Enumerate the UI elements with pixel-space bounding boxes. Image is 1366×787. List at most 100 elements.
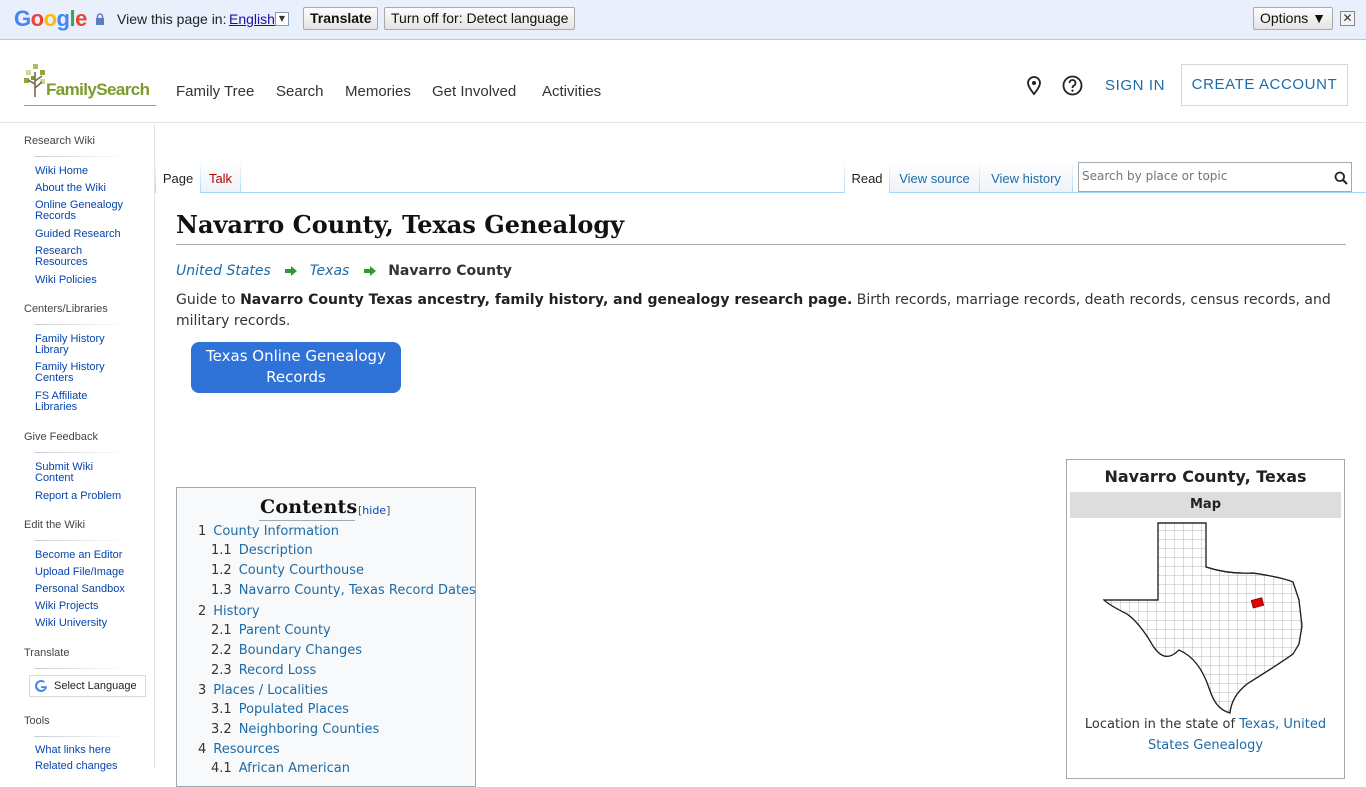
sidebar-item-guided-research[interactable]: Guided Research xyxy=(35,229,145,240)
toc-item[interactable]: 2.2 Boundary Changes xyxy=(211,643,362,658)
toc-title: Contents xyxy=(260,496,358,518)
infobox-title: Navarro County, Texas xyxy=(1104,467,1307,486)
caption-prefix: Location in the state of xyxy=(1084,717,1240,732)
infobox-map-header: Map xyxy=(1070,492,1341,518)
create-account-button[interactable]: CREATE ACCOUNT xyxy=(1181,64,1348,106)
search-icon[interactable] xyxy=(1334,171,1348,185)
toc-item[interactable]: 3 Places / Localities xyxy=(198,683,328,698)
toc-number: 2.1 xyxy=(211,623,232,638)
sidebar-divider xyxy=(34,668,126,669)
tab-talk[interactable]: Talk xyxy=(201,160,240,193)
intro-paragraph: Guide to Navarro County Texas ancestry, … xyxy=(176,290,1346,332)
tab-view-source[interactable]: View source xyxy=(890,160,979,193)
tab-page[interactable]: Page xyxy=(156,160,200,193)
texas-online-records-button[interactable]: Texas Online Genealogy Records xyxy=(191,342,401,393)
turn-off-button[interactable]: Turn off for: Detect language xyxy=(384,7,576,30)
sidebar-item-wiki-policies[interactable]: Wiki Policies xyxy=(35,275,145,286)
search-box xyxy=(1078,162,1352,192)
tab-separator xyxy=(240,160,241,193)
toc-item[interactable]: 1 County Information xyxy=(198,524,339,539)
toc-item[interactable]: 3.1 Populated Places xyxy=(211,702,349,717)
toc-item[interactable]: 3.2 Neighboring Counties xyxy=(211,722,379,737)
toc-number: 2 xyxy=(198,604,207,619)
sidebar-heading-research-wiki: Research Wiki xyxy=(24,135,95,147)
view-page-in-label: View this page in: xyxy=(117,11,227,27)
sidebar-item-online-genealogy-records[interactable]: Online Genealogy Records xyxy=(35,200,135,222)
options-button[interactable]: Options ▼ xyxy=(1253,7,1333,30)
toc-item[interactable]: 2 History xyxy=(198,604,260,619)
intro-bold: Navarro County Texas ancestry, family hi… xyxy=(240,292,853,308)
toc-text: County Information xyxy=(213,524,339,539)
toc-text: Record Loss xyxy=(238,663,317,678)
toc-text: Resources xyxy=(213,742,280,757)
language-select[interactable]: English xyxy=(229,11,275,27)
sidebar-item-wiki-university[interactable]: Wiki University xyxy=(35,618,145,629)
toc-item[interactable]: 1.2 County Courthouse xyxy=(211,563,364,578)
toc-item[interactable]: 1.1 Description xyxy=(211,543,313,558)
familysearch-logo[interactable]: FamilySearch xyxy=(24,64,156,106)
select-language-button[interactable]: Select Language xyxy=(29,675,146,697)
toc-number: 2.2 xyxy=(211,643,232,658)
nav-get-involved[interactable]: Get Involved xyxy=(432,83,516,100)
logo-text: FamilySearch xyxy=(46,80,150,99)
sidebar-divider xyxy=(34,736,126,737)
sidebar-item-report-a-problem[interactable]: Report a Problem xyxy=(35,491,145,502)
sidebar-item-wiki-home[interactable]: Wiki Home xyxy=(35,166,145,177)
toc-number: 4.1 xyxy=(211,761,232,776)
help-icon[interactable] xyxy=(1062,75,1083,96)
sidebar-heading-give-feedback: Give Feedback xyxy=(24,431,98,443)
toc-number: 1 xyxy=(198,524,207,539)
texas-county-map[interactable] xyxy=(1103,522,1307,714)
tab-separator xyxy=(1072,160,1073,193)
toc-text: Navarro County, Texas Record Dates xyxy=(238,583,476,598)
toc-item[interactable]: 2.3 Record Loss xyxy=(211,663,316,678)
sidebar-item-personal-sandbox[interactable]: Personal Sandbox xyxy=(35,584,145,595)
sidebar-divider xyxy=(34,324,126,325)
toc-item[interactable]: 1.3 Navarro County, Texas Record Dates xyxy=(211,583,476,598)
sidebar-item-related-changes[interactable]: Related changes xyxy=(35,761,145,772)
toc-number: 3.2 xyxy=(211,722,232,737)
sidebar-divider xyxy=(34,452,126,453)
sidebar-item-family-history-centers[interactable]: Family History Centers xyxy=(35,362,115,384)
sidebar-item-research-resources[interactable]: Research Resources xyxy=(35,246,105,268)
chevron-down-icon[interactable]: ▼ xyxy=(275,12,289,26)
sidebar-item-fs-affiliate-libraries[interactable]: FS Affiliate Libraries xyxy=(35,391,105,413)
breadcrumb-current: Navarro County xyxy=(388,263,512,279)
nav-family-tree[interactable]: Family Tree xyxy=(176,83,254,100)
tab-view-history[interactable]: View history xyxy=(980,160,1072,193)
search-input[interactable] xyxy=(1082,169,1322,183)
nav-search[interactable]: Search xyxy=(276,83,324,100)
infobox-caption: Location in the state of Texas, United S… xyxy=(1073,714,1338,756)
sidebar-heading-centers-libraries: Centers/Libraries xyxy=(24,303,108,315)
nav-memories[interactable]: Memories xyxy=(345,83,411,100)
toc-item[interactable]: 2.1 Parent County xyxy=(211,623,331,638)
sidebar-item-upload-file-image[interactable]: Upload File/Image xyxy=(35,567,145,578)
close-icon[interactable]: ✕ xyxy=(1340,11,1355,26)
sidebar-item-about-the-wiki[interactable]: About the Wiki xyxy=(35,183,145,194)
nav-activities[interactable]: Activities xyxy=(542,83,601,100)
sign-in-link[interactable]: SIGN IN xyxy=(1105,77,1165,94)
toc-number: 4 xyxy=(198,742,207,757)
location-pin-icon[interactable] xyxy=(1025,76,1043,96)
toc-toggle-bracket: ] xyxy=(386,504,391,517)
sidebar-item-what-links-here[interactable]: What links here xyxy=(35,745,145,756)
sidebar-item-become-an-editor[interactable]: Become an Editor xyxy=(35,550,145,561)
sidebar-divider xyxy=(34,156,126,157)
toc-text: Neighboring Counties xyxy=(238,722,380,737)
toc-hide-link[interactable]: hide xyxy=(362,504,386,517)
toc-toggle: [hide] xyxy=(358,504,390,517)
sidebar-item-submit-wiki-content[interactable]: Submit Wiki Content xyxy=(35,462,115,484)
sidebar: Research Wiki Wiki Home About the Wiki O… xyxy=(0,124,155,772)
breadcrumb-united-states[interactable]: United States xyxy=(176,263,271,279)
sidebar-item-family-history-library[interactable]: Family History Library xyxy=(35,334,115,356)
tab-read[interactable]: Read xyxy=(845,160,889,193)
sidebar-heading-translate: Translate xyxy=(24,647,70,659)
sidebar-item-wiki-projects[interactable]: Wiki Projects xyxy=(35,601,145,612)
toc-item[interactable]: 4.1 African American xyxy=(211,761,350,776)
select-language-label: Select Language xyxy=(54,680,137,692)
breadcrumb-texas[interactable]: Texas xyxy=(310,263,350,279)
translate-button[interactable]: Translate xyxy=(303,7,379,30)
toc-item[interactable]: 4 Resources xyxy=(198,742,280,757)
arrow-right-icon xyxy=(363,266,376,276)
site-header: FamilySearch Family Tree Search Memories… xyxy=(0,40,1366,123)
